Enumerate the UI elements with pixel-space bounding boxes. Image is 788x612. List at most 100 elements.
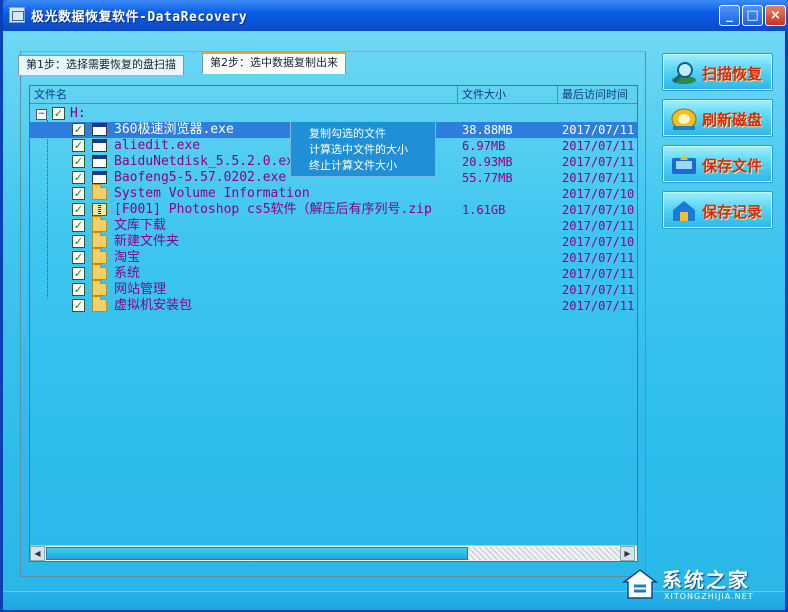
save-file-icon	[672, 154, 696, 174]
column-header-date[interactable]: 最后访问时间	[558, 86, 637, 104]
folder-icon	[92, 264, 107, 280]
watermark-url: XITONGZHIJIA.NET	[664, 592, 754, 601]
file-name: System Volume Information	[114, 186, 310, 201]
menu-item-stop-calc[interactable]: 终止计算文件大小	[309, 159, 397, 173]
file-name: Baofeng5-5.57.0202.exe	[114, 170, 287, 185]
column-header-name[interactable]: 文件名	[30, 86, 458, 104]
file-name: aliedit.exe	[114, 138, 201, 153]
file-date: 2017/07/11	[562, 139, 635, 153]
file-name: BaiduNetdisk_5.5.2.0.exe	[114, 154, 302, 169]
file-row[interactable]: ✓ [F001] Photoshop cs5软件（解压后有序列号.zip 1.61G…	[30, 202, 637, 218]
watermark-text: 系统之家	[662, 568, 750, 592]
file-size: 55.77MB	[462, 171, 513, 185]
drive-label: H:	[70, 106, 86, 121]
folder-icon	[92, 184, 107, 200]
file-date: 2017/07/11	[562, 171, 635, 185]
file-checkbox[interactable]: ✓	[72, 171, 85, 184]
file-checkbox[interactable]: ✓	[72, 123, 85, 136]
file-checkbox[interactable]: ✓	[72, 219, 85, 232]
folder-icon	[92, 232, 107, 248]
save-record-button[interactable]: 保存记录	[662, 191, 773, 229]
file-row[interactable]: ✓ 淘宝 2017/07/11	[30, 248, 637, 266]
folder-icon	[92, 296, 107, 312]
column-header-size[interactable]: 文件大小	[458, 86, 558, 104]
file-checkbox[interactable]: ✓	[72, 139, 85, 152]
close-button[interactable]: ×	[765, 5, 786, 26]
file-name: 淘宝	[114, 250, 141, 265]
file-row[interactable]: ✓ 网站管理 2017/07/11	[30, 280, 637, 298]
file-checkbox[interactable]: ✓	[72, 203, 85, 216]
title-bar[interactable]: 极光数据恢复软件-DataRecovery _ □ ×	[3, 0, 788, 31]
file-date: 2017/07/11	[562, 251, 635, 265]
file-checkbox[interactable]: ✓	[72, 299, 85, 312]
file-name: 文库下载	[114, 218, 167, 233]
refresh-disk-button[interactable]: 刷新磁盘	[662, 99, 773, 137]
exe-icon	[92, 123, 107, 136]
file-date: 2017/07/11	[562, 155, 635, 169]
tab-step2[interactable]: 第2步：选中数据复制出来	[202, 52, 346, 74]
context-menu: 复制勾选的文件 计算选中文件的大小 终止计算文件大小	[290, 121, 436, 177]
file-size: 20.93MB	[462, 155, 513, 169]
site-watermark: 系统之家 XITONGZHIJIA.NET	[614, 560, 784, 606]
file-name: 360极速浏览器.exe	[114, 122, 234, 137]
file-checkbox[interactable]: ✓	[72, 267, 85, 280]
file-date: 2017/07/10	[562, 187, 635, 201]
window-title: 极光数据恢复软件-DataRecovery	[31, 10, 248, 25]
file-name: 新建文件夹	[114, 234, 180, 249]
save-record-icon	[673, 201, 695, 221]
file-date: 2017/07/10	[562, 203, 635, 217]
folder-icon	[92, 248, 107, 264]
scroll-left-arrow-icon[interactable]: ◀	[30, 546, 45, 561]
file-date: 2017/07/11	[562, 299, 635, 313]
save-file-label: 保存文件	[702, 157, 763, 175]
save-file-button[interactable]: 保存文件	[662, 145, 773, 183]
file-date: 2017/07/11	[562, 219, 635, 233]
file-size: 38.88MB	[462, 123, 513, 137]
refresh-disk-icon	[671, 108, 697, 130]
save-record-label: 保存记录	[702, 203, 763, 221]
file-date: 2017/07/11	[562, 123, 635, 137]
file-checkbox[interactable]: ✓	[72, 155, 85, 168]
file-date: 2017/07/11	[562, 267, 635, 281]
file-name: 网站管理	[114, 282, 167, 297]
zip-icon	[92, 203, 107, 216]
file-size: 6.97MB	[462, 139, 506, 153]
scan-magnifier-icon	[672, 62, 696, 84]
folder-icon	[92, 216, 107, 232]
refresh-disk-label: 刷新磁盘	[702, 111, 763, 129]
file-row[interactable]: ✓ 虚拟机安装包 2017/07/11	[30, 296, 637, 314]
file-name: [F001] Photoshop cs5软件（解压后有序列号.zip	[114, 202, 432, 217]
folder-icon	[92, 280, 107, 296]
exe-icon	[92, 171, 107, 184]
file-date: 2017/07/11	[562, 283, 635, 297]
menu-item-copy-checked[interactable]: 复制勾选的文件	[309, 127, 386, 141]
horizontal-scrollbar[interactable]: ◀ ▶	[30, 545, 637, 561]
file-size: 1.61GB	[462, 203, 506, 217]
menu-item-calc-size[interactable]: 计算选中文件的大小	[309, 143, 408, 157]
file-name: 虚拟机安装包	[114, 298, 193, 313]
file-row[interactable]: ✓ 新建文件夹 2017/07/10	[30, 232, 637, 250]
tree-root-row: − ✓ H:	[30, 106, 637, 122]
minimize-button[interactable]: _	[719, 5, 740, 26]
file-checkbox[interactable]: ✓	[72, 235, 85, 248]
scan-recover-label: 扫描恢复	[702, 65, 763, 83]
exe-icon	[92, 155, 107, 168]
root-checkbox[interactable]: ✓	[52, 107, 65, 120]
file-row[interactable]: ✓ 系统 2017/07/11	[30, 264, 637, 282]
scroll-track[interactable]	[468, 547, 620, 560]
file-row[interactable]: ✓ System Volume Information 2017/07/10	[30, 184, 637, 202]
scan-recover-button[interactable]: 扫描恢复	[662, 53, 773, 91]
file-checkbox[interactable]: ✓	[72, 251, 85, 264]
app-icon	[9, 7, 25, 23]
file-checkbox[interactable]: ✓	[72, 283, 85, 296]
exe-icon	[92, 139, 107, 152]
collapse-toggle[interactable]: −	[36, 109, 47, 120]
file-date: 2017/07/10	[562, 235, 635, 249]
scroll-thumb[interactable]	[46, 547, 468, 560]
house-logo-icon	[621, 569, 659, 599]
maximize-button[interactable]: □	[742, 5, 763, 26]
file-checkbox[interactable]: ✓	[72, 187, 85, 200]
scroll-right-arrow-icon[interactable]: ▶	[620, 546, 635, 561]
tab-step1[interactable]: 第1步：选择需要恢复的盘扫描	[18, 55, 184, 75]
file-row[interactable]: ✓ 文库下载 2017/07/11	[30, 216, 637, 234]
